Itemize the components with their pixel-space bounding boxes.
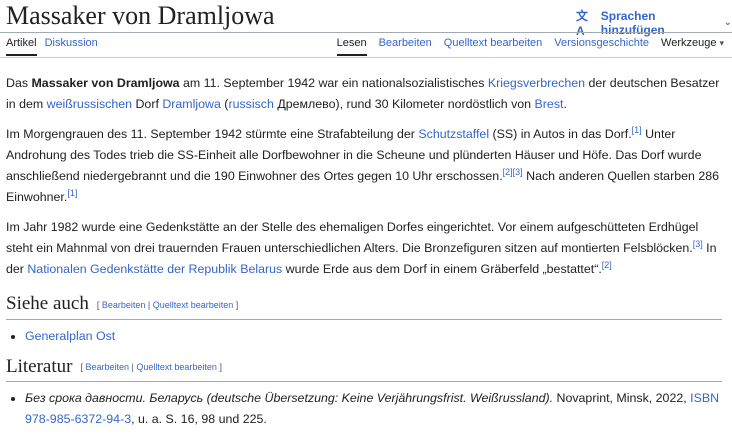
link-generalplan-ost[interactable]: Generalplan Ost [25,329,115,343]
reference-3[interactable]: [3] [693,239,703,249]
edit-section-button[interactable]: Bearbeiten [85,362,129,372]
tab-diskussion[interactable]: Diskussion [45,37,98,56]
translate-icon: 文A [576,9,589,38]
link-nationale-gedenkstaette[interactable]: Nationalen Gedenkstätte der Republik Bel… [27,262,282,276]
section-heading-literatur: Literatur [ Bearbeiten | Quelltext bearbe… [6,355,722,383]
literature-list: Без срока давности. Беларусь (deutsche Ü… [6,388,722,430]
text: wurde Erde aus dem Dorf in einem Gräberf… [282,262,602,276]
text: Im Jahr 1982 wurde eine Gedenkstätte an … [6,220,699,255]
edit-section-button[interactable]: Bearbeiten [102,300,146,310]
book-title: Без срока давности. Беларусь (deutsche Ü… [25,391,554,406]
link-weissrussisch[interactable]: weißrussischen [47,97,132,111]
view-tabs: Lesen Bearbeiten Quelltext bearbeiten Ve… [336,37,724,56]
text: am 11. September 1942 war ein nationalso… [179,76,488,90]
section-title: Literatur [6,355,73,377]
namespace-tabs: Artikel Diskussion [6,37,98,56]
tab-artikel[interactable]: Artikel [6,37,37,56]
link-kriegsverbrechen[interactable]: Kriegsverbrechen [488,76,585,90]
link-dramljowa[interactable]: Dramljowa [162,97,221,111]
chevron-down-icon: ▾ [719,38,724,48]
text: Дремлево), rund 30 Kilometer nordöstlich… [273,97,535,111]
intro-paragraph: Das Massaker von Dramljowa am 11. Septem… [6,73,722,115]
text: (SS) in Autos in das Dorf. [489,127,632,141]
link-brest[interactable]: Brest [535,97,564,111]
list-item: Generalplan Ost [25,326,722,347]
tab-bearbeiten[interactable]: Bearbeiten [379,37,432,56]
memorial-paragraph: Im Jahr 1982 wurde eine Gedenkstätte an … [6,217,722,280]
add-languages-button[interactable]: 文A Sprachen hinzufügen ⌄ [576,7,732,39]
section-title: Siehe auch [6,293,89,314]
list-item: Без срока давности. Беларусь (deutsche Ü… [25,388,722,430]
tools-menu[interactable]: Werkzeuge ▾ [661,37,724,56]
tab-quelltext-bearbeiten[interactable]: Quelltext bearbeiten [444,37,542,56]
reference-3[interactable]: [3] [513,167,523,177]
section-heading-siehe-auch: Siehe auch [ Bearbeiten | Quelltext bearb… [6,292,722,320]
reference-2[interactable]: [2] [503,167,513,177]
text: Im Morgengrauen des 11. September 1942 s… [6,127,419,141]
bracket: ] [216,362,222,373]
text: . [563,97,567,111]
separator: | [145,299,153,310]
section-edit-links: [ Bearbeiten | Quelltext bearbeiten ] [80,362,221,372]
reference-1[interactable]: [1] [67,188,77,198]
bracket: ] [233,299,239,310]
link-schutzstaffel[interactable]: Schutzstaffel [418,127,489,141]
text: , u. a. S. 16, 98 und 225. [131,412,267,427]
reference-1[interactable]: [1] [632,125,642,135]
title-divider [0,32,732,33]
edit-source-section-button[interactable]: Quelltext bearbeiten [153,300,234,310]
chevron-down-icon: ⌄ [723,17,732,28]
text: Dorf [132,97,163,111]
section-edit-links: [ Bearbeiten | Quelltext bearbeiten ] [97,300,238,310]
reference-2[interactable]: [2] [602,260,612,270]
text: Das [6,76,32,90]
text: Novaprint, Minsk, 2022, [553,391,691,406]
article-body: Das Massaker von Dramljowa am 11. Septem… [6,73,722,438]
tabs-divider [0,57,732,58]
edit-source-section-button[interactable]: Quelltext bearbeiten [136,362,217,372]
tab-lesen[interactable]: Lesen [336,37,367,56]
history-paragraph: Im Morgengrauen des 11. September 1942 s… [6,124,722,208]
article-subject: Massaker von Dramljowa [31,76,180,90]
see-also-list: Generalplan Ost [6,326,722,347]
page-title: Massaker von Dramljowa [6,1,275,30]
tab-versionsgeschichte[interactable]: Versionsgeschichte [554,37,649,56]
link-russisch[interactable]: russisch [228,97,273,111]
tools-menu-label: Werkzeuge [661,37,717,49]
